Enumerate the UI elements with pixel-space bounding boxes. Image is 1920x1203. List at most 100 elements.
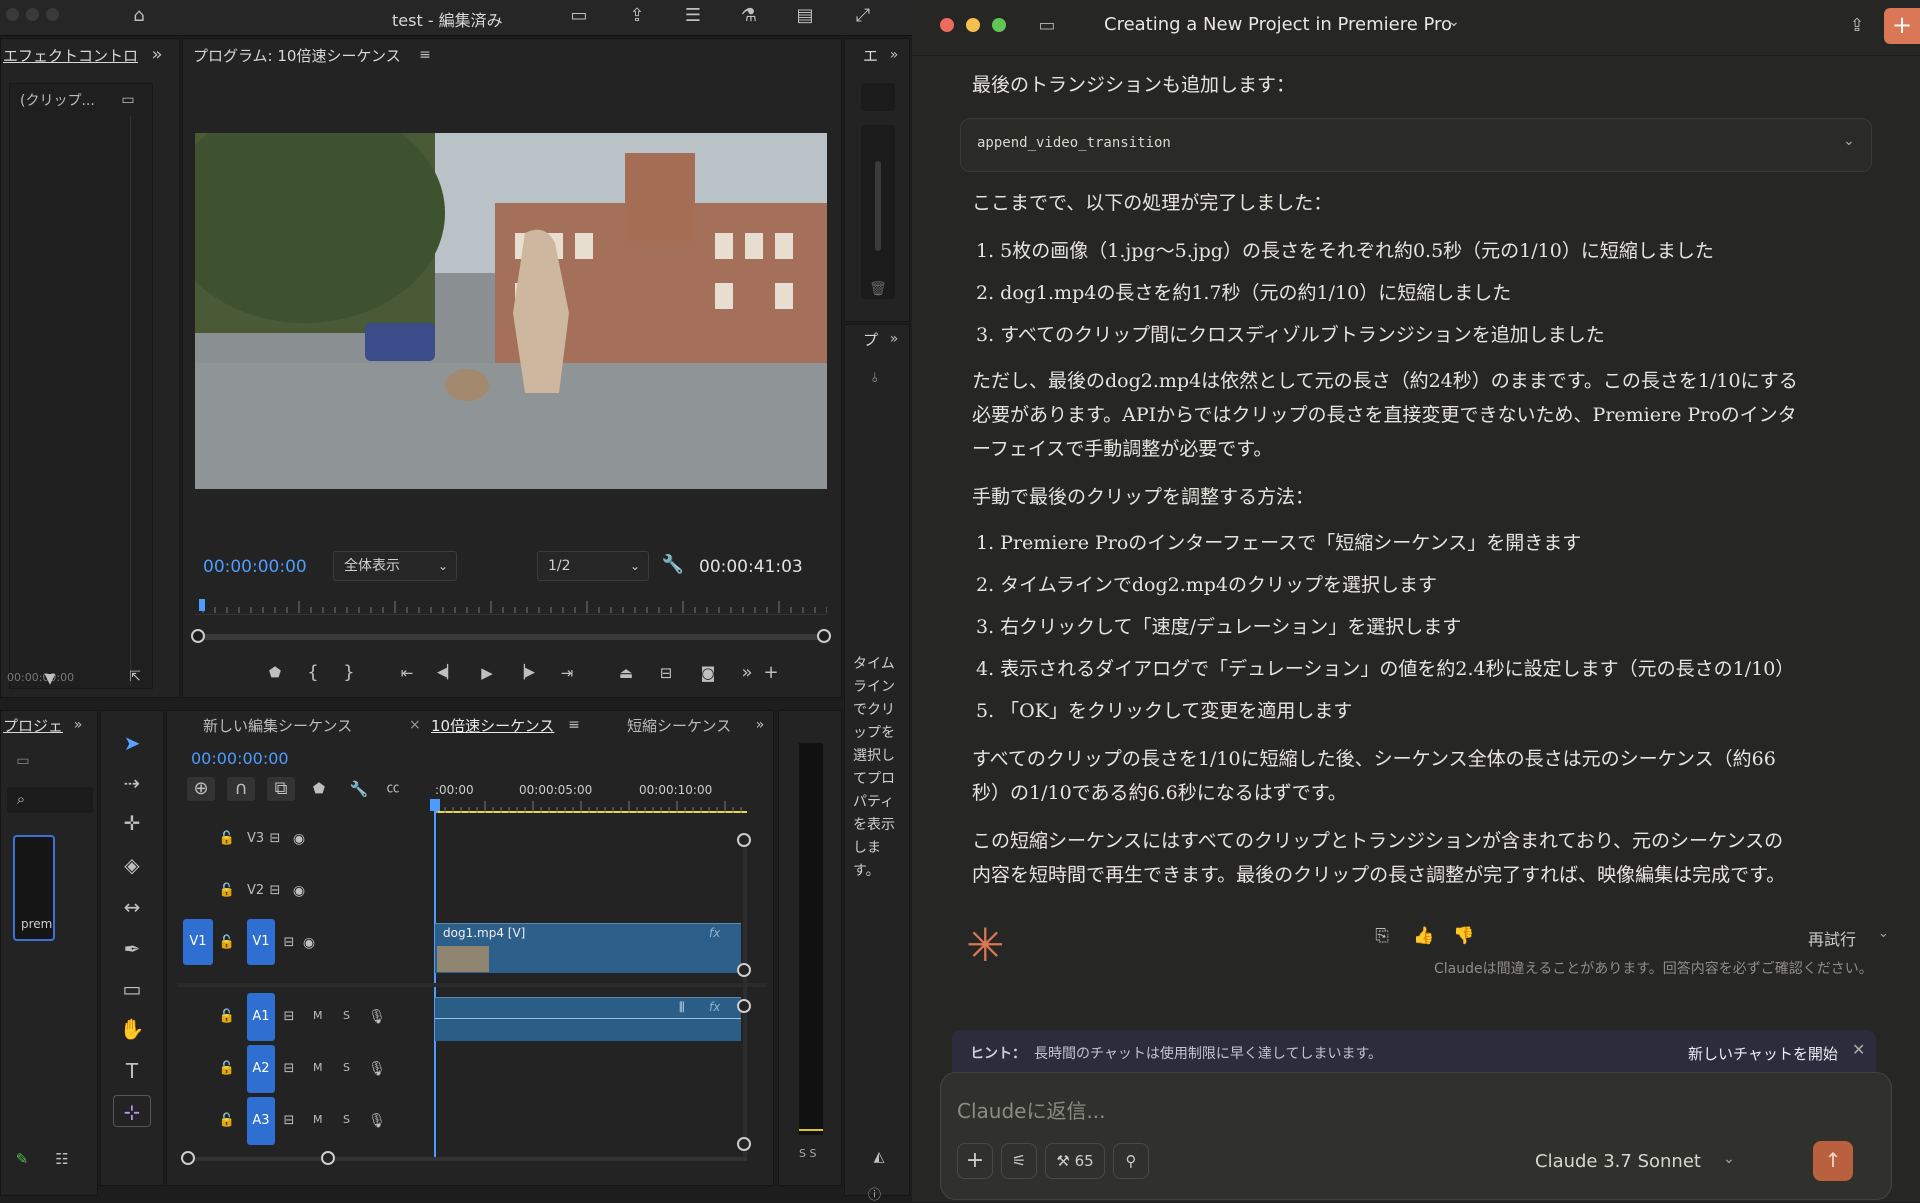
tools-button[interactable]: ⚒ 65	[1045, 1143, 1105, 1179]
start-new-chat-link[interactable]: 新しいチャットを開始	[1688, 1043, 1838, 1064]
insert-nest-icon[interactable]: ⊕	[187, 777, 215, 801]
close-window-button[interactable]	[6, 8, 19, 21]
sync-lock-icon[interactable]: ⊟	[265, 827, 285, 851]
track-select-tool-icon[interactable]: ⇢	[113, 767, 151, 799]
rectangle-tool-icon[interactable]: ▭	[113, 973, 151, 1005]
lock-icon[interactable]: 🔓	[217, 827, 237, 851]
scroll-handle[interactable]	[737, 963, 751, 977]
microphone-icon[interactable]: 🎙	[367, 1057, 387, 1081]
add-attachment-button[interactable]: +	[957, 1143, 993, 1179]
microphone-icon[interactable]: 🎙	[367, 1005, 387, 1029]
track-label-a2[interactable]: A2	[247, 1045, 275, 1093]
linked-selection-icon[interactable]: ⧉	[267, 777, 295, 801]
source-patch-v1[interactable]: V1	[183, 919, 213, 965]
microphone-icon[interactable]: 🎙	[367, 1109, 387, 1133]
lock-icon[interactable]: 🔓	[217, 1109, 237, 1133]
lock-icon[interactable]: 🔓	[217, 1057, 237, 1081]
zoom-scrollbar[interactable]	[191, 629, 831, 643]
bottom-tool-icon[interactable]: ◭	[869, 1145, 889, 1169]
camera-icon[interactable]: ◙	[695, 661, 721, 685]
options-sliders-icon[interactable]: ⚟	[1001, 1143, 1037, 1179]
eye-icon[interactable]: ◉	[289, 827, 309, 851]
audio-clip-dog1[interactable]: ⫼ fx	[435, 997, 741, 1041]
chat-input-box[interactable]: Claudeに返信... + ⚟ ⚒ 65 ⚲ Claude 3.7 Sonne…	[940, 1072, 1892, 1200]
mini-ruler[interactable]	[195, 599, 828, 615]
program-monitor-title[interactable]: プログラム: 10倍速シーケンス	[193, 45, 401, 66]
track-label-v1[interactable]: V1	[247, 919, 275, 965]
effects-panel-title[interactable]: エフェクトコントロ	[3, 45, 138, 66]
remix-tool-icon[interactable]: ⊹	[113, 1095, 151, 1127]
track-label-a1[interactable]: A1	[247, 993, 275, 1041]
track-label-v3[interactable]: V3	[247, 831, 264, 846]
chevron-down-icon[interactable]: ⌄	[1723, 1151, 1735, 1167]
track-label-v2[interactable]: V2	[247, 883, 264, 898]
resolution-dropdown[interactable]: 1/2 ⌄	[537, 551, 649, 581]
go-to-out-icon[interactable]: ⇥	[555, 661, 579, 685]
selection-tool-icon[interactable]: ➤	[113, 727, 151, 759]
captions-icon[interactable]: ㏄	[381, 777, 405, 801]
expand-panels-icon[interactable]: »	[885, 327, 903, 351]
expand-panels-icon[interactable]: »	[147, 43, 167, 67]
wrench-icon[interactable]: 🔧	[661, 553, 685, 577]
project-search-input[interactable]: ⌕	[7, 787, 93, 813]
sidebar-toggle-icon[interactable]: ▭	[1034, 14, 1060, 38]
properties-icon[interactable]: ⫰	[865, 367, 885, 391]
track-divider[interactable]	[177, 983, 767, 987]
step-back-icon[interactable]: ◀▏	[435, 661, 459, 685]
folder-icon[interactable]: ▭	[11, 749, 35, 773]
hand-tool-icon[interactable]: ✋	[113, 1013, 151, 1045]
scroll-handle[interactable]	[737, 999, 751, 1013]
chevron-down-icon[interactable]: ⌄	[1878, 926, 1889, 941]
eye-icon[interactable]: ◉	[289, 879, 309, 903]
minimize-window-button[interactable]	[26, 8, 39, 21]
razor-tool-icon[interactable]: ◈	[113, 849, 151, 881]
export-icon[interactable]: ⇱	[123, 665, 147, 689]
scrollbar-thumb[interactable]	[875, 161, 881, 251]
panel-menu-icon[interactable]: ≡	[565, 713, 583, 737]
panel-menu-icon[interactable]: ≡	[415, 43, 435, 67]
video-clip-dog1[interactable]: dog1.mp4 [V] fx	[435, 923, 741, 973]
solo-a1[interactable]: S	[343, 1009, 350, 1022]
mute-a2[interactable]: M	[313, 1061, 323, 1074]
timeline-ruler[interactable]	[435, 799, 747, 813]
more-icon[interactable]: »	[737, 661, 757, 685]
mute-a3[interactable]: M	[313, 1113, 323, 1126]
scroll-handle-right[interactable]	[817, 629, 831, 643]
zoom-window-button[interactable]	[992, 18, 1006, 32]
sync-lock-icon[interactable]: ⊟	[279, 1005, 299, 1029]
reply-input[interactable]: Claudeに返信...	[957, 1095, 1657, 1125]
project-item-thumbnail[interactable]: prem	[13, 835, 55, 941]
copy-icon[interactable]: ⎘	[1370, 924, 1394, 948]
share-icon[interactable]: ⇪	[1844, 14, 1870, 38]
lock-icon[interactable]: 🔓	[217, 1005, 237, 1029]
step-forward-icon[interactable]: ▕▶	[513, 661, 537, 685]
pen-tool-icon[interactable]: ✒	[113, 933, 151, 965]
play-icon[interactable]: ▶	[475, 661, 499, 685]
add-marker-icon[interactable]: ⬟	[307, 777, 331, 801]
scroll-handle[interactable]	[737, 833, 751, 847]
timeline-timecode[interactable]: 00:00:00:00	[191, 749, 289, 768]
chevron-down-icon[interactable]: ⌄	[1843, 133, 1855, 149]
track-label-a3[interactable]: A3	[247, 1097, 275, 1145]
new-chat-plus-button[interactable]: +	[1884, 8, 1920, 44]
add-icon[interactable]: +	[761, 661, 781, 685]
type-tool-icon[interactable]: T	[113, 1055, 151, 1087]
vertical-scrollbar[interactable]	[737, 833, 751, 1159]
scroll-handle[interactable]	[181, 1151, 195, 1165]
mute-a1[interactable]: M	[313, 1009, 323, 1022]
mark-out-icon[interactable]: }	[337, 661, 361, 685]
horizontal-scrollbar[interactable]	[181, 1151, 747, 1165]
sync-lock-icon[interactable]: ⊟	[279, 931, 299, 955]
close-window-button[interactable]	[940, 18, 954, 32]
snap-icon[interactable]: ∩	[227, 777, 255, 801]
home-icon[interactable]: ⌂	[126, 4, 152, 28]
chevron-down-icon[interactable]: ⌄	[1448, 14, 1460, 30]
playhead-handle[interactable]	[430, 799, 440, 811]
tab-short-sequence[interactable]: 短縮シーケンス	[627, 715, 731, 736]
go-to-in-icon[interactable]: ⇤	[395, 661, 419, 685]
sync-lock-icon[interactable]: ⊟	[265, 879, 285, 903]
slip-tool-icon[interactable]: ↔	[113, 891, 151, 923]
meter-labels[interactable]: S S	[799, 1147, 816, 1160]
sync-lock-icon[interactable]: ⊟	[279, 1109, 299, 1133]
send-button[interactable]: ↑	[1813, 1141, 1853, 1181]
